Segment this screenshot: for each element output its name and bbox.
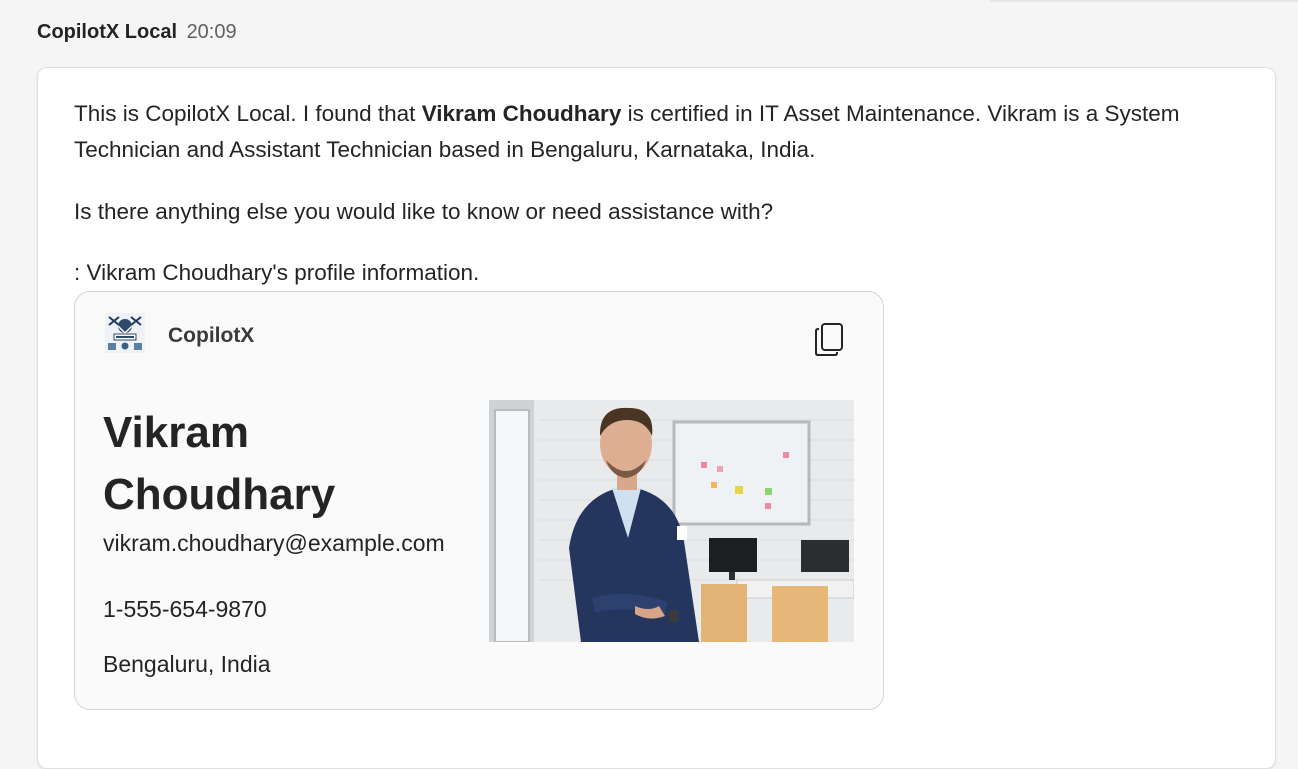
sender-name: CopilotX Local: [37, 21, 177, 43]
profile-phone: 1-555-654-9870: [103, 596, 267, 622]
message-timestamp: 20:09: [186, 21, 237, 43]
profile-location: Bengaluru, India: [103, 651, 271, 677]
message-bubble: This is CopilotX Local. I found that Vik…: [37, 67, 1276, 769]
top-divider: [990, 0, 1298, 2]
message-paragraph-1: This is CopilotX Local. I found that Vik…: [74, 96, 1234, 168]
profile-card: CopilotX Vikram Choudhary vikram.choudha…: [74, 291, 884, 710]
card-brand-name: CopilotX: [168, 324, 255, 347]
message-paragraph-2: Is there anything else you would like to…: [74, 199, 774, 224]
copilotx-logo-icon: [105, 313, 145, 353]
profile-email: vikram.choudhary@example.com: [103, 530, 445, 556]
message-paragraph-3: : Vikram Choudhary's profile information…: [74, 260, 480, 285]
profile-name: Vikram Choudhary: [103, 408, 336, 519]
profile-photo: [489, 400, 854, 642]
message-text: This is CopilotX Local. I found that: [74, 101, 422, 126]
message-header: CopilotX Local 20:09: [37, 19, 237, 45]
copy-button[interactable]: [813, 322, 847, 358]
copy-icon: [815, 323, 843, 356]
person-name-bold: Vikram Choudhary: [421, 101, 622, 126]
